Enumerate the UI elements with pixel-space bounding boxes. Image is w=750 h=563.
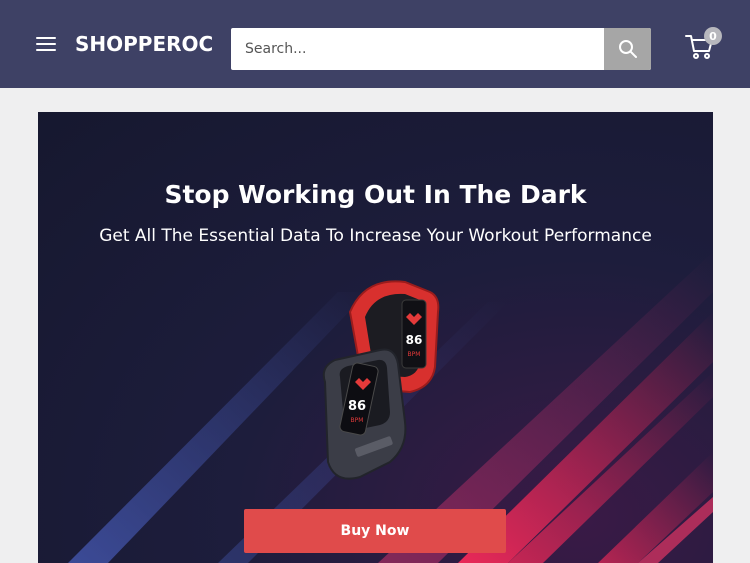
- site-header: SHOPPEROC 0: [0, 0, 750, 88]
- hero-title: Stop Working Out In The Dark: [164, 180, 587, 209]
- fitness-band-image: 86 BPM 86 BPM: [322, 280, 440, 480]
- search-input[interactable]: [231, 28, 604, 70]
- buy-now-button[interactable]: Buy Now: [244, 509, 506, 553]
- search-button[interactable]: [604, 28, 651, 70]
- search-form: [231, 28, 651, 70]
- hero-subtitle: Get All The Essential Data To Increase Y…: [99, 226, 652, 246]
- dark-band-display-value: 86: [348, 399, 366, 414]
- hero-banner: Stop Working Out In The Dark Get All The…: [38, 112, 713, 563]
- dark-band-display-unit: BPM: [351, 417, 364, 424]
- menu-icon[interactable]: [36, 35, 58, 53]
- search-icon: [618, 40, 637, 58]
- store-logo[interactable]: SHOPPEROC: [75, 32, 213, 56]
- red-band-display-value: 86: [406, 333, 423, 347]
- red-band-display-unit: BPM: [408, 351, 421, 358]
- cart-count-badge: 0: [704, 27, 722, 45]
